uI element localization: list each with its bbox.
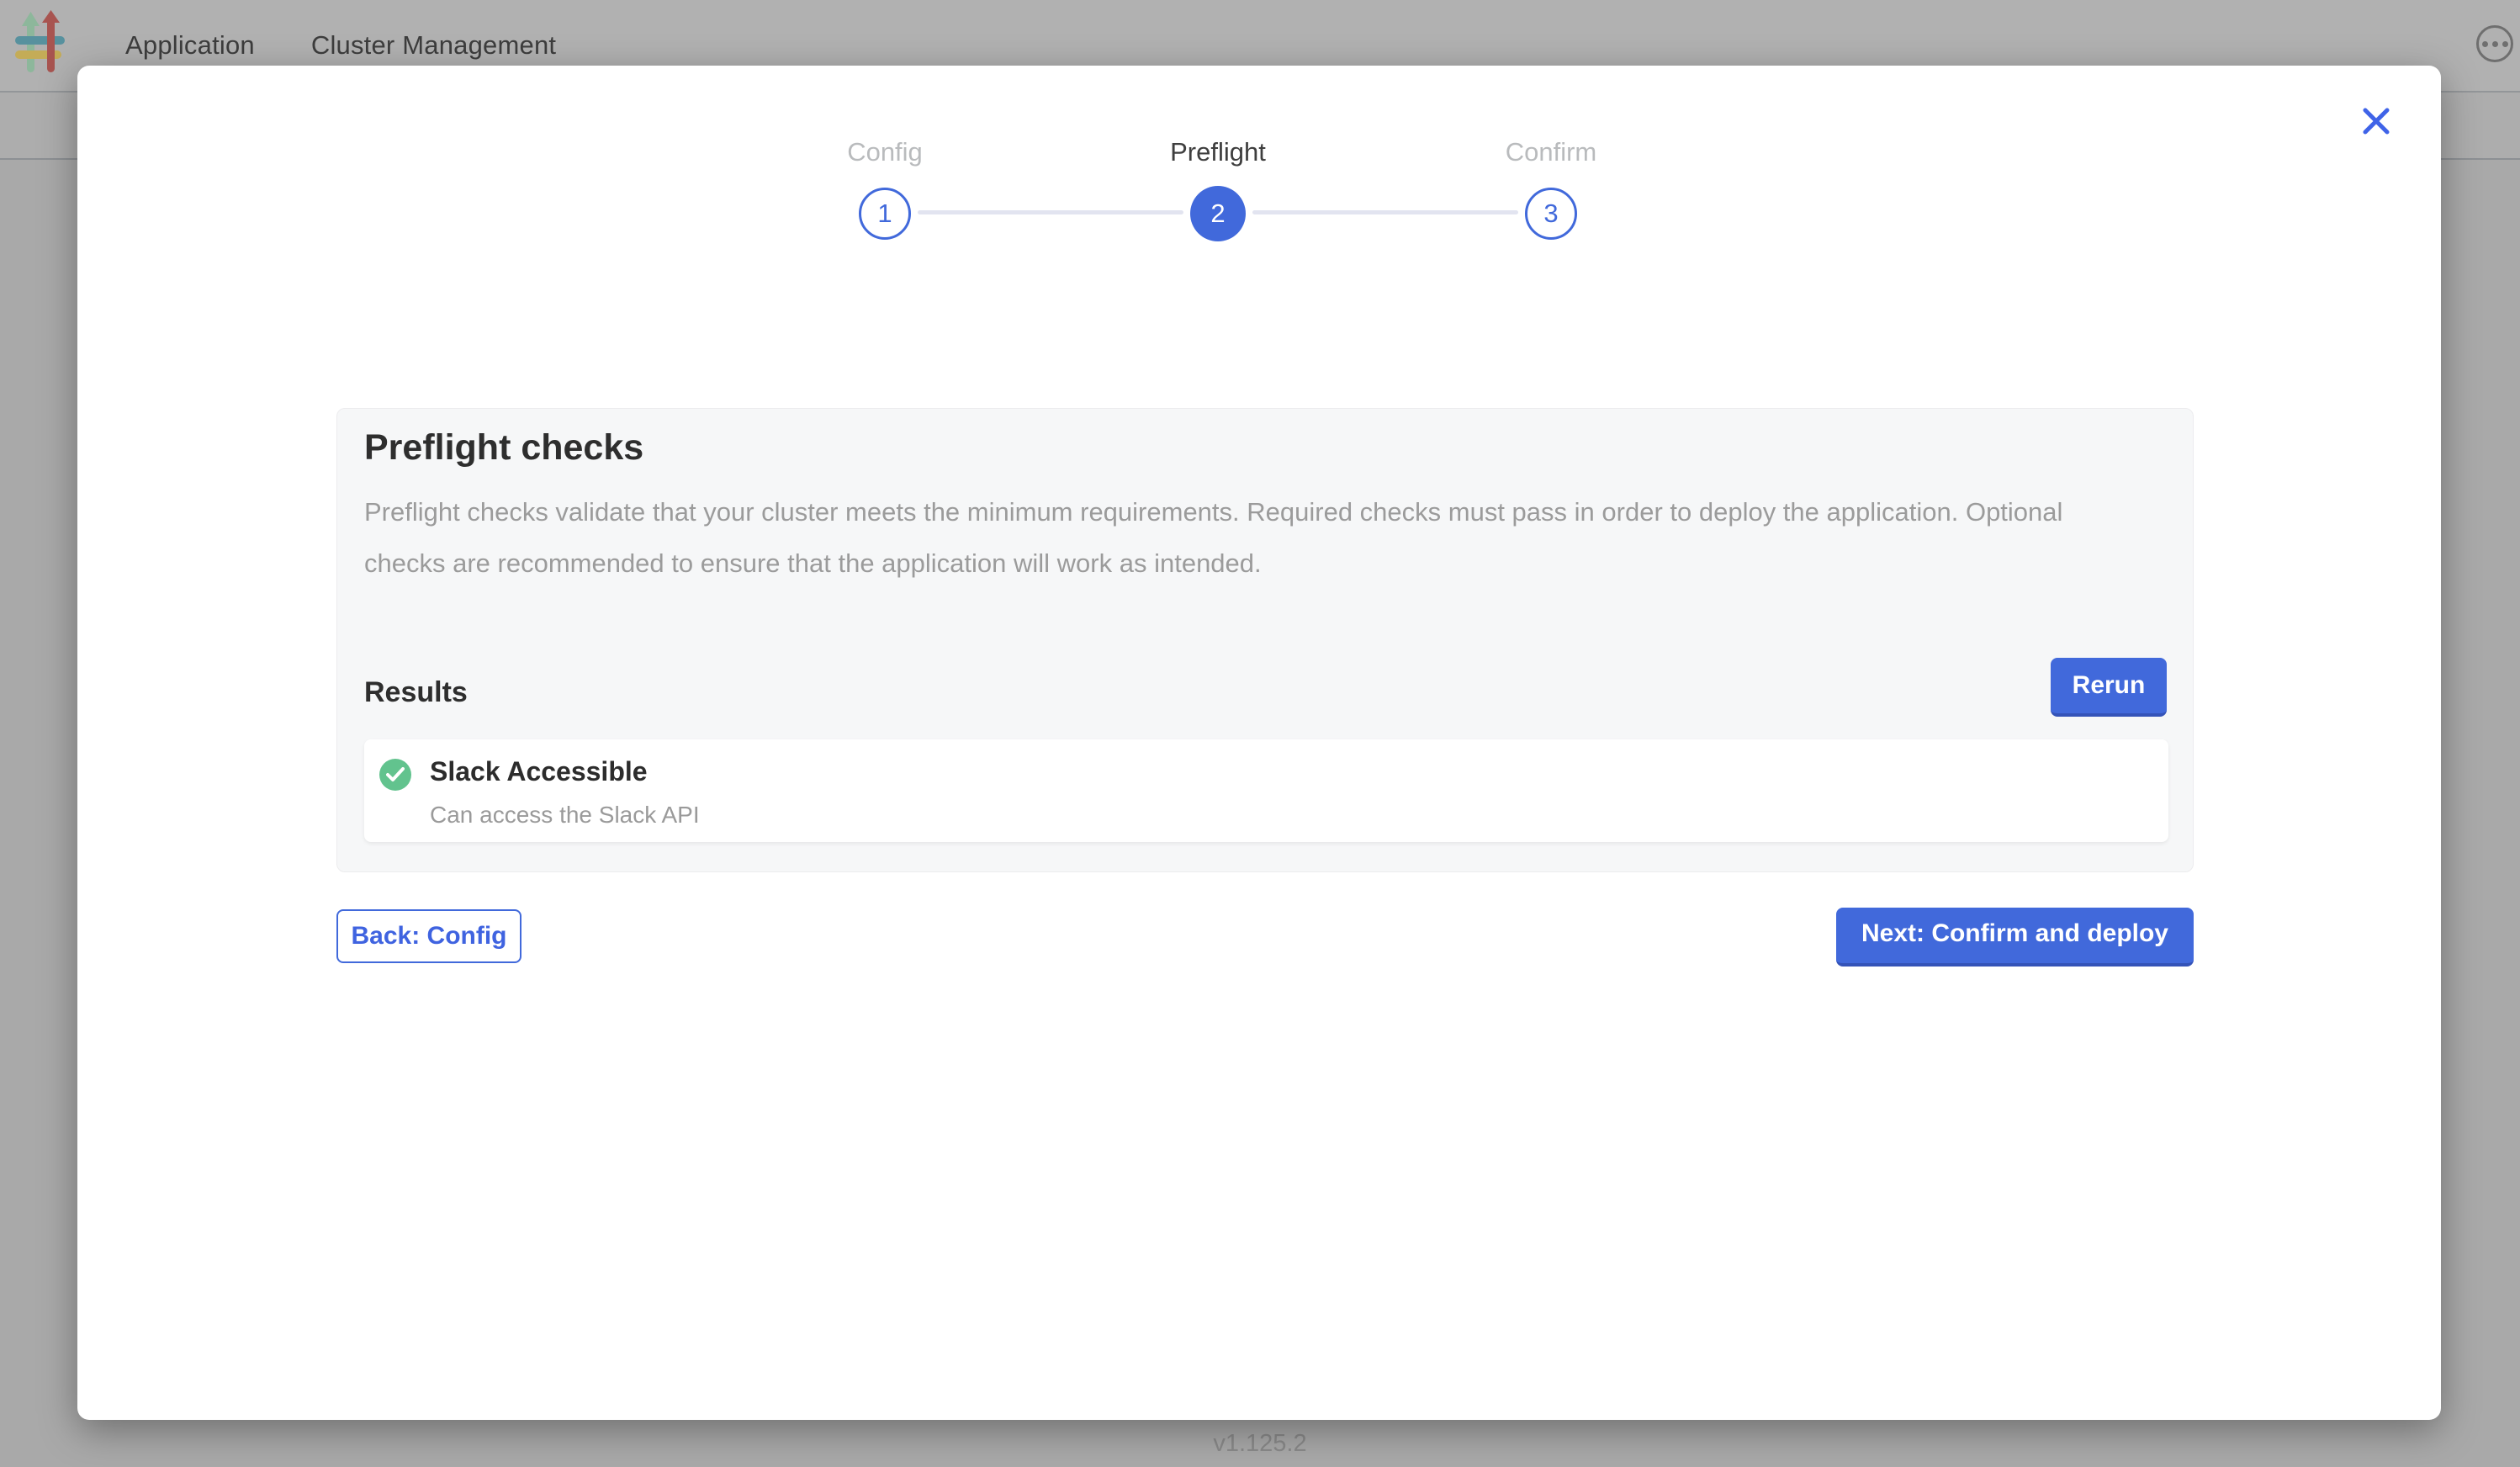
close-button[interactable] [2353,98,2400,145]
version-label: v1.125.2 [0,1430,2520,1458]
overflow-menu-button[interactable] [2476,25,2513,62]
results-heading: Results [364,676,468,709]
check-name: Slack Accessible [430,756,648,787]
nav-tab-application[interactable]: Application [125,30,255,61]
step-label: Confirm [1459,137,1644,169]
check-pass-icon [379,759,411,791]
back-config-button[interactable]: Back: Config [336,909,521,963]
step-confirm[interactable]: Confirm 3 [1459,137,1644,240]
check-result-row: Slack Accessible Can access the Slack AP… [364,739,2168,842]
rerun-button[interactable]: Rerun [2051,658,2167,717]
app-logo [15,10,67,77]
panel-description: Preflight checks validate that your clus… [364,486,2139,589]
step-preflight[interactable]: Preflight 2 [1125,137,1310,241]
preflight-checks-panel: Preflight checks Preflight checks valida… [336,408,2194,872]
step-number-circle[interactable]: 3 [1525,188,1577,240]
step-label: Preflight [1125,137,1310,169]
next-confirm-deploy-button[interactable]: Next: Confirm and deploy [1836,908,2194,967]
preflight-wizard-modal: Config 1 Preflight 2 Confirm 3 Preflight… [77,66,2441,1420]
nav-tab-cluster-management[interactable]: Cluster Management [311,30,556,61]
step-config[interactable]: Config 1 [792,137,977,240]
step-number-circle[interactable]: 2 [1190,186,1246,241]
check-detail: Can access the Slack API [430,802,700,829]
close-icon [2362,107,2390,135]
panel-title: Preflight checks [364,427,643,469]
step-label: Config [792,137,977,169]
step-number-circle[interactable]: 1 [859,188,911,240]
ellipsis-icon [2482,41,2488,47]
